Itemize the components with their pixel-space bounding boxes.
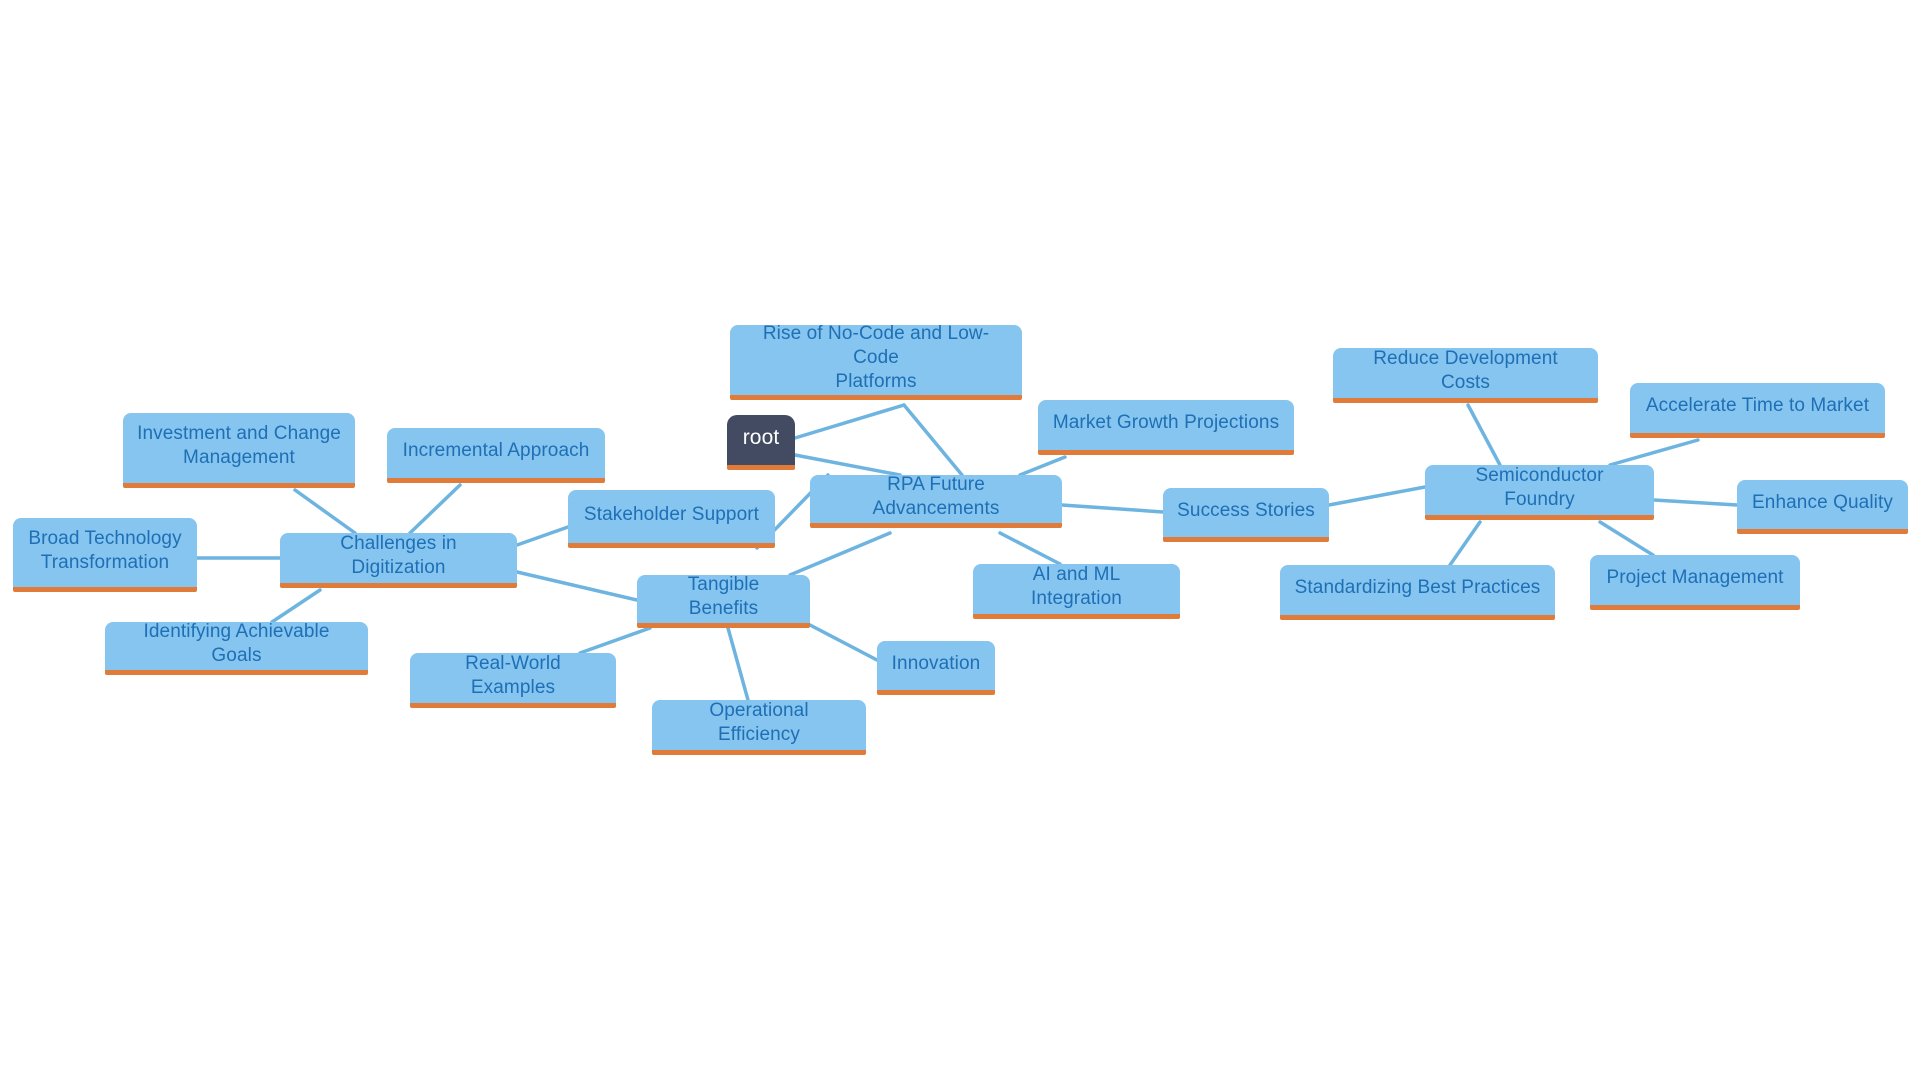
edge-rpa-to-success <box>1060 503 1165 514</box>
mindmap-node-operational[interactable]: Operational Efficiency <box>652 700 866 755</box>
mindmap-node-broadtech[interactable]: Broad Technology Transformation <box>13 518 197 592</box>
mindmap-node-accelerate[interactable]: Accelerate Time to Market <box>1630 383 1885 438</box>
mindmap-node-goals[interactable]: Identifying Achievable Goals <box>105 621 368 675</box>
mindmap-node-investment[interactable]: Investment and Change Management <box>123 413 355 488</box>
edge-rpa-to-aiml <box>998 531 1062 566</box>
edge-challenges-to-stakeholder <box>515 525 570 547</box>
edge-semiconductor-to-standardize <box>1448 520 1482 567</box>
edge-root-to-nocode <box>793 403 906 440</box>
mindmap-node-tangible[interactable]: Tangible Benefits <box>637 574 810 628</box>
edge-semiconductor-to-enhance <box>1652 498 1739 507</box>
mindmap-node-standardize[interactable]: Standardizing Best Practices <box>1280 565 1555 620</box>
mindmap-node-stakeholder[interactable]: Stakeholder Support <box>568 490 775 548</box>
edge-challenges-to-tangible <box>515 570 639 602</box>
edge-challenges-to-goals <box>270 588 322 624</box>
edge-nocode-to-rpa <box>902 403 964 477</box>
edge-root-to-rpa <box>793 453 902 477</box>
edge-semiconductor-to-reducecost <box>1466 403 1502 467</box>
mindmap-node-enhance[interactable]: Enhance Quality <box>1737 480 1908 534</box>
mindmap-node-projectmgmt[interactable]: Project Management <box>1590 555 1800 610</box>
mindmap-node-root[interactable]: root <box>727 415 795 470</box>
mindmap-node-aiml[interactable]: AI and ML Integration <box>973 564 1180 619</box>
edge-semiconductor-to-accelerate <box>1608 438 1700 467</box>
mindmap-node-incremental[interactable]: Incremental Approach <box>387 428 605 483</box>
mindmap-node-success[interactable]: Success Stories <box>1163 488 1329 542</box>
mindmap-node-market[interactable]: Market Growth Projections <box>1038 400 1294 455</box>
mindmap-node-challenges[interactable]: Challenges in Digitization <box>280 533 517 588</box>
mindmap-node-nocode[interactable]: Rise of No-Code and Low-Code Platforms <box>730 323 1022 400</box>
edge-tangible-to-realworld <box>578 626 652 655</box>
mindmap-node-realworld[interactable]: Real-World Examples <box>410 653 616 708</box>
edge-tangible-to-innovation <box>808 623 879 662</box>
edge-challenges-to-investment <box>293 488 357 535</box>
edge-semiconductor-to-projectmgmt <box>1598 520 1655 557</box>
edge-tangible-to-operational <box>726 626 750 702</box>
mindmap-node-rpa[interactable]: RPA Future Advancements <box>810 474 1062 528</box>
mindmap-node-innovation[interactable]: Innovation <box>877 641 995 695</box>
mindmap-node-reducecost[interactable]: Reduce Development Costs <box>1333 348 1598 403</box>
mindmap-node-semiconductor[interactable]: Semiconductor Foundry <box>1425 465 1654 520</box>
edge-rpa-to-tangible <box>788 531 892 577</box>
edge-success-to-semiconductor <box>1327 485 1427 507</box>
mindmap-canvas: root Rise of No-Code and Low-Code Platfor… <box>0 0 1920 1080</box>
edge-challenges-to-incremental <box>408 483 462 535</box>
